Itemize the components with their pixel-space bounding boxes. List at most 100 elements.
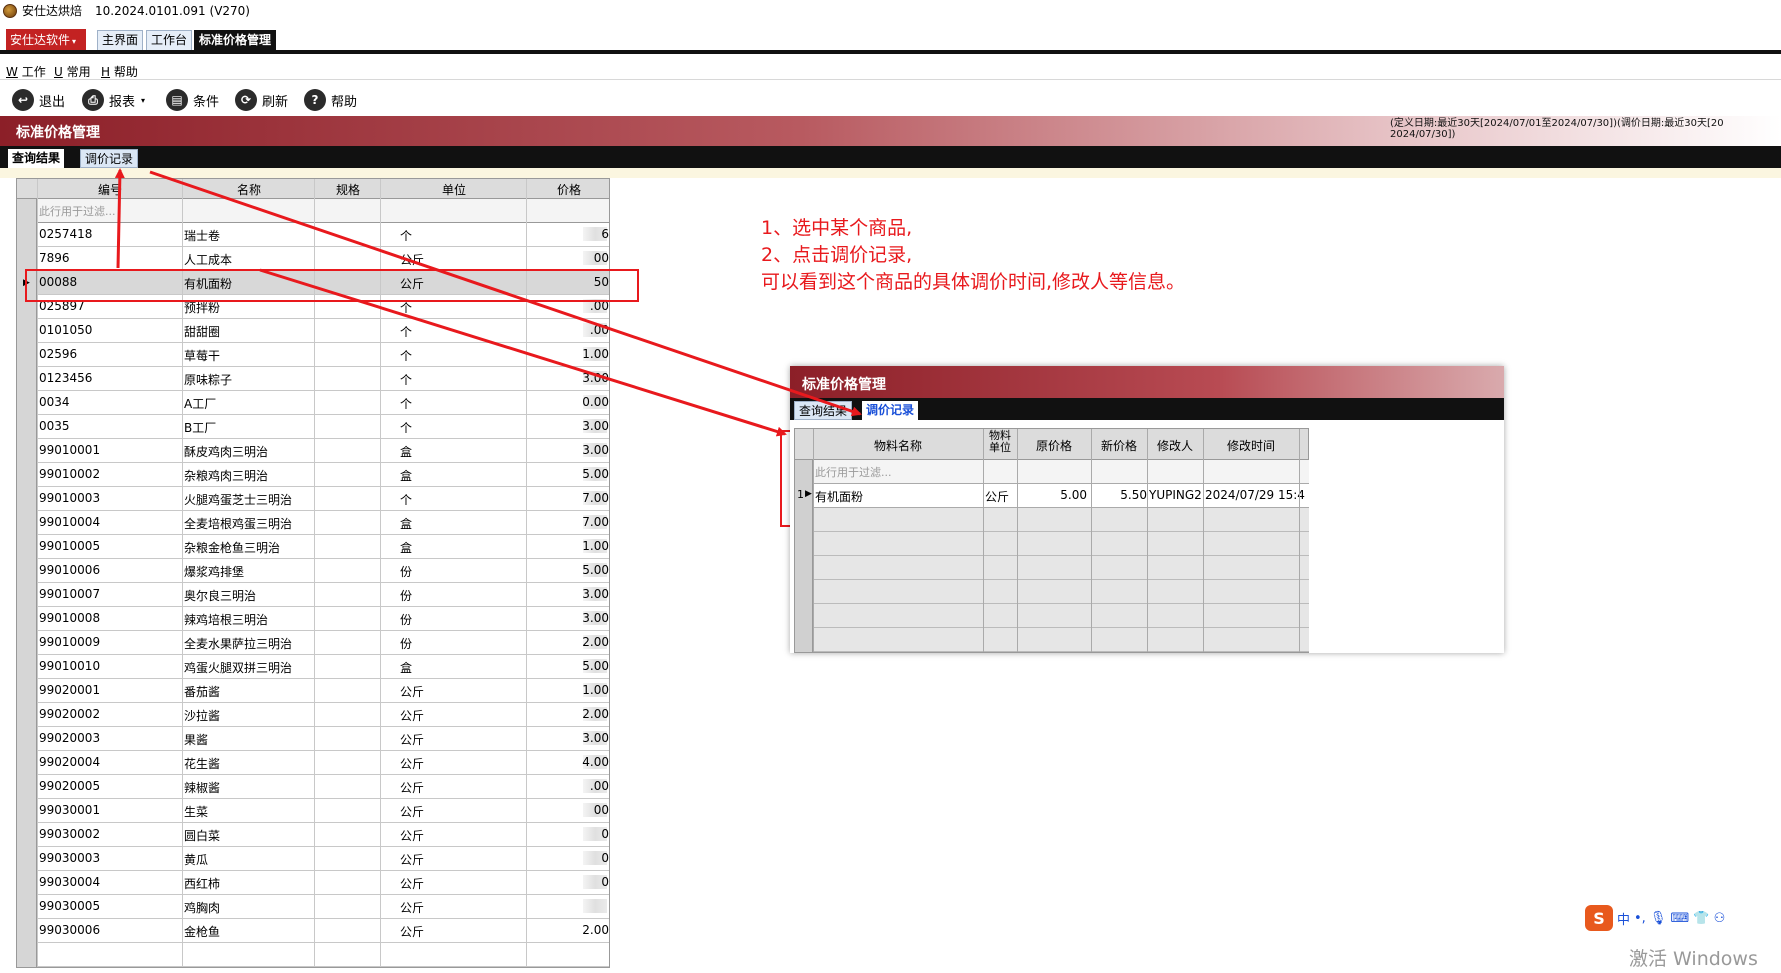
row-cell-unit: 公斤 xyxy=(400,829,425,843)
row-cell-price: 2.00 xyxy=(582,923,609,937)
row-cell-name: 沙拉酱 xyxy=(184,709,221,723)
tab-query-results[interactable]: 查询结果 xyxy=(8,149,65,168)
grid-filter-row[interactable]: 此行用于过滤... xyxy=(17,199,609,223)
print-icon: ⎙ xyxy=(82,89,104,111)
row-cell-name: 酥皮鸡肉三明治 xyxy=(184,445,269,459)
row-cell-unit: 公斤 xyxy=(400,685,425,699)
menu-work[interactable]: W 工作 xyxy=(6,63,46,80)
row-cell-price: 3.00 xyxy=(582,443,609,457)
table-row[interactable]: 99020003 果酱 公斤 3.00 xyxy=(37,727,609,751)
table-row[interactable]: 99020001 番茄酱 公斤 1.00 xyxy=(37,679,609,703)
table-row[interactable]: 0101050 甜甜圈 个 .00 xyxy=(37,319,609,343)
condition-button[interactable]: ▤ 条件 xyxy=(166,88,219,112)
ime-tools-icons[interactable]: 🎙 ⌨ 👕 ⚇ xyxy=(1650,911,1726,926)
ime-mode-indicator[interactable]: 中 xyxy=(1617,909,1630,928)
row-cell-unit: 公斤 xyxy=(400,253,425,267)
column-header-material-unit[interactable]: 物料 单位 xyxy=(983,430,1017,454)
row-cell-unit: 个 xyxy=(400,349,413,363)
menu-common[interactable]: U 常用 xyxy=(54,63,91,80)
table-row[interactable]: 99030005 鸡胸肉 公斤 xyxy=(37,895,609,919)
table-row[interactable]: 0257418 瑞士卷 个 6 xyxy=(37,223,609,247)
refresh-button[interactable]: ⟳ 刷新 xyxy=(235,88,288,112)
history-filter-row[interactable]: 此行用于过滤... xyxy=(813,460,1309,484)
table-row[interactable]: 99020002 沙拉酱 公斤 2.00 xyxy=(37,703,609,727)
table-row[interactable]: 02596 草莓干 个 1.00 xyxy=(37,343,609,367)
table-row[interactable]: 99010009 全麦水果萨拉三明治 份 2.00 xyxy=(37,631,609,655)
history-empty-row xyxy=(813,580,1309,604)
column-header-spec[interactable]: 规格 xyxy=(315,181,381,198)
row-cell-price: 0 xyxy=(601,851,609,865)
row-cell-name: 全麦水果萨拉三明治 xyxy=(184,637,293,651)
table-row[interactable]: 99010001 酥皮鸡肉三明治 盒 3.00 xyxy=(37,439,609,463)
row-cell-unit: 公斤 xyxy=(400,733,425,747)
table-row[interactable]: 99030001 生菜 公斤 00 xyxy=(37,799,609,823)
column-header-new-price[interactable]: 新价格 xyxy=(1091,437,1147,454)
ime-punctuation-icon[interactable]: •, xyxy=(1634,911,1646,926)
row-cell-unit: 个 xyxy=(400,325,413,339)
row-cell-unit: 盒 xyxy=(400,541,413,555)
menu-help[interactable]: H 帮助 xyxy=(101,63,138,80)
tab-main-interface[interactable]: 主界面 xyxy=(97,30,144,51)
column-header-name[interactable]: 名称 xyxy=(183,181,315,198)
tab-price-history[interactable]: 调价记录 xyxy=(80,149,139,168)
column-header-modify-time[interactable]: 修改时间 xyxy=(1203,437,1299,454)
price-history-grid[interactable]: 物料名称 物料 单位 原价格 新价格 修改人 修改时间 此行用于过滤... 有机… xyxy=(794,428,1309,653)
brand-menu-button[interactable]: 安仕达软件 ▾ xyxy=(6,29,86,51)
history-cell-old-price: 5.00 xyxy=(1060,488,1087,502)
column-header-material-name[interactable]: 物料名称 xyxy=(813,437,983,454)
table-row[interactable]: 0123456 原味粽子 个 3.00 xyxy=(37,367,609,391)
table-row[interactable]: 99030006 金枪鱼 公斤 2.00 xyxy=(37,919,609,943)
panel-tab-price-history[interactable]: 调价记录 xyxy=(862,401,919,420)
column-divider xyxy=(1203,429,1204,652)
history-empty-row xyxy=(813,532,1309,556)
table-row[interactable]: 7896 人工成本 公斤 00 xyxy=(37,247,609,271)
exit-button[interactable]: ↩ 退出 xyxy=(12,88,65,112)
history-row[interactable]: 有机面粉 公斤 5.00 5.50 YUPING2 2024/07/29 15:… xyxy=(813,484,1309,508)
toolbar: ↩ 退出 ⎙ 报表 ▾ ▤ 条件 ⟳ 刷新 ? 帮助 xyxy=(0,86,1781,114)
row-cell-price: 5.00 xyxy=(582,563,609,577)
row-cell-name: 甜甜圈 xyxy=(184,325,221,339)
row-cell-code: 99020005 xyxy=(39,779,101,793)
ime-toolbar[interactable]: S 中 •, 🎙 ⌨ 👕 ⚇ xyxy=(1585,904,1775,932)
column-header-code[interactable]: 编号 xyxy=(37,181,183,198)
menu-work-key: W xyxy=(6,65,18,79)
report-button[interactable]: ⎙ 报表 ▾ xyxy=(82,88,145,112)
help-button[interactable]: ? 帮助 xyxy=(304,88,357,112)
table-row[interactable]: 99010003 火腿鸡蛋芝士三明治 个 7.00 xyxy=(37,487,609,511)
row-cell-unit: 个 xyxy=(400,493,413,507)
refresh-label: 刷新 xyxy=(262,94,289,110)
table-row[interactable]: 99010004 全麦培根鸡蛋三明治 盒 7.00 xyxy=(37,511,609,535)
table-row[interactable]: 99010007 奥尔良三明治 份 3.00 xyxy=(37,583,609,607)
table-row[interactable]: 0034 A工厂 个 0.00 xyxy=(37,391,609,415)
row-cell-name: 番茄酱 xyxy=(184,685,221,699)
row-cell-price: 0 xyxy=(601,827,609,841)
table-row[interactable]: 99010002 杂粮鸡肉三明治 盒 5.00 xyxy=(37,463,609,487)
column-header-price[interactable]: 价格 xyxy=(527,181,609,198)
table-row[interactable]: 99020004 花生酱 公斤 4.00 xyxy=(37,751,609,775)
table-row[interactable]: 99030004 西红柿 公斤 0 xyxy=(37,871,609,895)
table-row[interactable]: 99010005 杂粮金枪鱼三明治 盒 1.00 xyxy=(37,535,609,559)
row-cell-name: 鸡蛋火腿双拼三明治 xyxy=(184,661,293,675)
table-row[interactable]: 99030002 圆白菜 公斤 0 xyxy=(37,823,609,847)
table-row[interactable]: 0035 B工厂 个 3.00 xyxy=(37,415,609,439)
column-header-unit[interactable]: 单位 xyxy=(381,181,527,198)
row-cell-code: 0034 xyxy=(39,395,70,409)
table-row[interactable]: 99010006 爆浆鸡排堡 份 5.00 xyxy=(37,559,609,583)
column-header-old-price[interactable]: 原价格 xyxy=(1017,437,1091,454)
main-tab-row: 安仕达软件 ▾ 主界面 工作台 标准价格管理 xyxy=(0,28,1781,52)
table-row[interactable]: 99030003 黄瓜 公斤 0 xyxy=(37,847,609,871)
row-cell-code: 7896 xyxy=(39,251,70,265)
panel-tab-query-results[interactable]: 查询结果 xyxy=(794,401,853,420)
tab-standard-price[interactable]: 标准价格管理 xyxy=(194,30,277,51)
column-divider xyxy=(1017,429,1018,652)
row-cell-name: 全麦培根鸡蛋三明治 xyxy=(184,517,293,531)
table-row[interactable]: 99010008 辣鸡培根三明治 份 3.00 xyxy=(37,607,609,631)
row-cell-name: A工厂 xyxy=(184,397,217,411)
table-row[interactable]: 99020005 辣椒酱 公斤 .00 xyxy=(37,775,609,799)
table-row[interactable]: 99010010 鸡蛋火腿双拼三明治 盒 5.00 xyxy=(37,655,609,679)
tab-workbench[interactable]: 工作台 xyxy=(146,30,193,51)
column-header-modifier[interactable]: 修改人 xyxy=(1147,437,1203,454)
column-divider xyxy=(1299,429,1300,652)
row-cell-name: 黄瓜 xyxy=(184,853,209,867)
row-selector-column[interactable] xyxy=(17,199,37,967)
